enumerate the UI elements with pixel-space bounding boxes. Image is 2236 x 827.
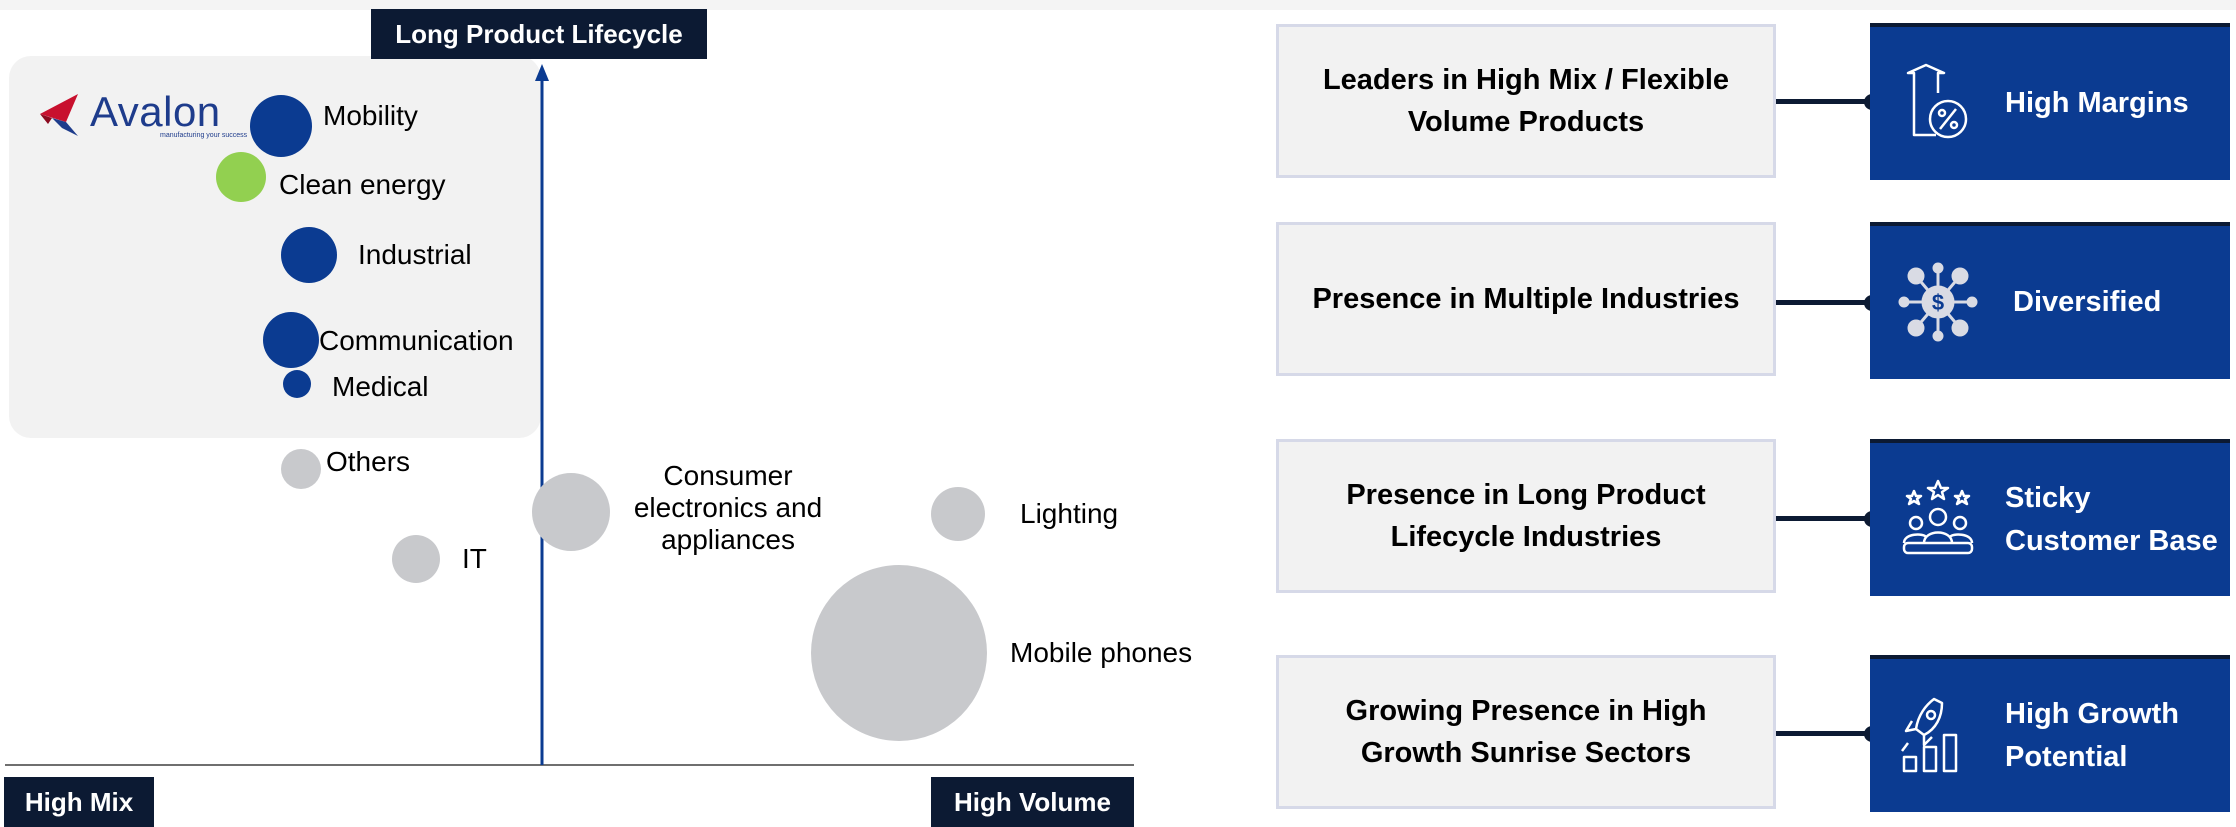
row-4-benefit-text: High Growth Potential [2005, 698, 2179, 773]
avalon-logo-word: Avalon [90, 88, 221, 135]
row-1-description: Leaders in High Mix / Flexible Volume Pr… [1276, 24, 1776, 178]
row-4-description: Growing Presence in High Growth Sunrise … [1276, 655, 1776, 809]
bubble-others [281, 449, 321, 489]
bubble-label-mobility: Mobility [323, 100, 418, 131]
bubble-communication [263, 312, 319, 368]
bubble-label-mobile-phones: Mobile phones [1010, 637, 1193, 668]
bubble-medical [283, 370, 311, 398]
row-4-connector [1776, 731, 1872, 736]
axis-left-label: High Mix [4, 777, 154, 827]
axis-right-label: High Volume [931, 777, 1134, 827]
avalon-logo-tagline: manufacturing your success [160, 132, 248, 139]
bubble-mobility [250, 95, 312, 157]
svg-text:$: $ [1932, 290, 1944, 315]
rocket-bars-icon [1901, 697, 1958, 773]
bubble-label-it: IT [462, 543, 487, 574]
row-2-benefit: $ Diversified [1870, 222, 2230, 379]
row-3-benefit-text: Sticky Customer Base [2005, 482, 2218, 557]
row-1-connector [1776, 99, 1872, 104]
bubble-label-medical: Medical [332, 371, 429, 402]
row-1-benefit: High Margins [1870, 23, 2230, 180]
bubble-label-others: Others [326, 446, 411, 477]
house-percent-icon [1906, 63, 1968, 139]
bubble-label-communication: Communication [319, 325, 514, 356]
bubble-lighting [931, 487, 985, 541]
bubble-consumer-electronics [532, 473, 610, 551]
row-3-benefit: Sticky Customer Base [1870, 439, 2230, 596]
y-axis-arrowhead [535, 64, 549, 81]
row-4-benefit: High Growth Potential [1870, 655, 2230, 812]
row-3-description: Presence in Long Product Lifecycle Indus… [1276, 439, 1776, 593]
axis-top-label: Long Product Lifecycle [371, 9, 707, 59]
row-2-connector [1776, 300, 1872, 305]
row-3-connector [1776, 516, 1872, 521]
dollar-network-icon: $ [1898, 262, 1978, 342]
avalon-logo: Avalon manufacturing your success [38, 86, 247, 146]
customers-stars-icon [1902, 479, 1974, 555]
row-2-benefit-text: Diversified [2013, 286, 2162, 319]
row-1-benefit-text: High Margins [2005, 87, 2189, 120]
bubble-mobile-phones [811, 565, 987, 741]
bubble-label-lighting: Lighting [1020, 498, 1119, 529]
bubble-industrial [281, 227, 337, 283]
bubble-it [392, 535, 440, 583]
bubble-clean-energy [216, 152, 266, 202]
row-2-description: Presence in Multiple Industries [1276, 222, 1776, 376]
avalon-logo-mark [40, 94, 78, 136]
bubble-label-clean-energy: Clean energy [279, 169, 446, 200]
bubble-label-consumer-electronics: Consumer electronics and appliances [633, 460, 823, 556]
bubble-label-industrial: Industrial [358, 239, 472, 270]
